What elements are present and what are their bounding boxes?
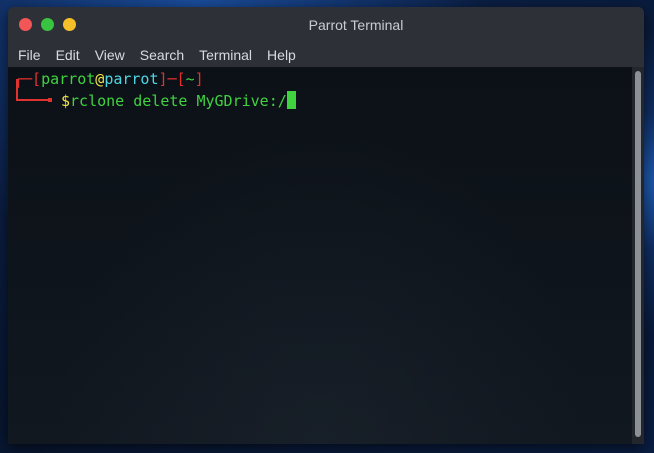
prompt-connector-vertical <box>16 79 18 101</box>
text-cursor <box>286 91 296 109</box>
desktop-background: Parrot Terminal File Edit View Search Te… <box>0 0 654 453</box>
prompt-at: @ <box>95 70 105 88</box>
menu-view[interactable]: View <box>89 43 131 67</box>
window-title: Parrot Terminal <box>308 17 404 33</box>
title-bar[interactable]: Parrot Terminal <box>8 7 644 43</box>
scrollbar-thumb[interactable] <box>635 71 641 437</box>
prompt-close-bracket: ] <box>194 70 204 88</box>
prompt-connector-end <box>48 98 52 102</box>
menu-bar: File Edit View Search Terminal Help <box>8 43 644 67</box>
menu-search[interactable]: Search <box>134 43 190 67</box>
menu-terminal[interactable]: Terminal <box>193 43 258 67</box>
prompt-open-bracket: ┌─[ <box>14 70 42 88</box>
prompt-dollar: $ <box>61 92 71 110</box>
menu-file[interactable]: File <box>12 43 47 67</box>
prompt-line: ┌─[parrot@parrot]─[~] <box>14 69 204 89</box>
prompt-connector-horizontal <box>16 99 50 101</box>
terminal-output-area[interactable]: ┌─[parrot@parrot]─[~] $rclone delete MyG… <box>8 67 632 444</box>
command-text: rclone delete MyGDrive:/ <box>70 92 287 110</box>
prompt-host: parrot <box>104 70 159 88</box>
menu-help[interactable]: Help <box>261 43 302 67</box>
prompt-separator: ]─[ <box>158 70 186 88</box>
terminal-window: Parrot Terminal File Edit View Search Te… <box>8 7 644 444</box>
vertical-scrollbar[interactable] <box>632 67 644 444</box>
command-line: $rclone delete MyGDrive:/ <box>61 91 296 111</box>
prompt-path: ~ <box>185 70 195 88</box>
menu-edit[interactable]: Edit <box>50 43 86 67</box>
prompt-user: parrot <box>41 70 96 88</box>
